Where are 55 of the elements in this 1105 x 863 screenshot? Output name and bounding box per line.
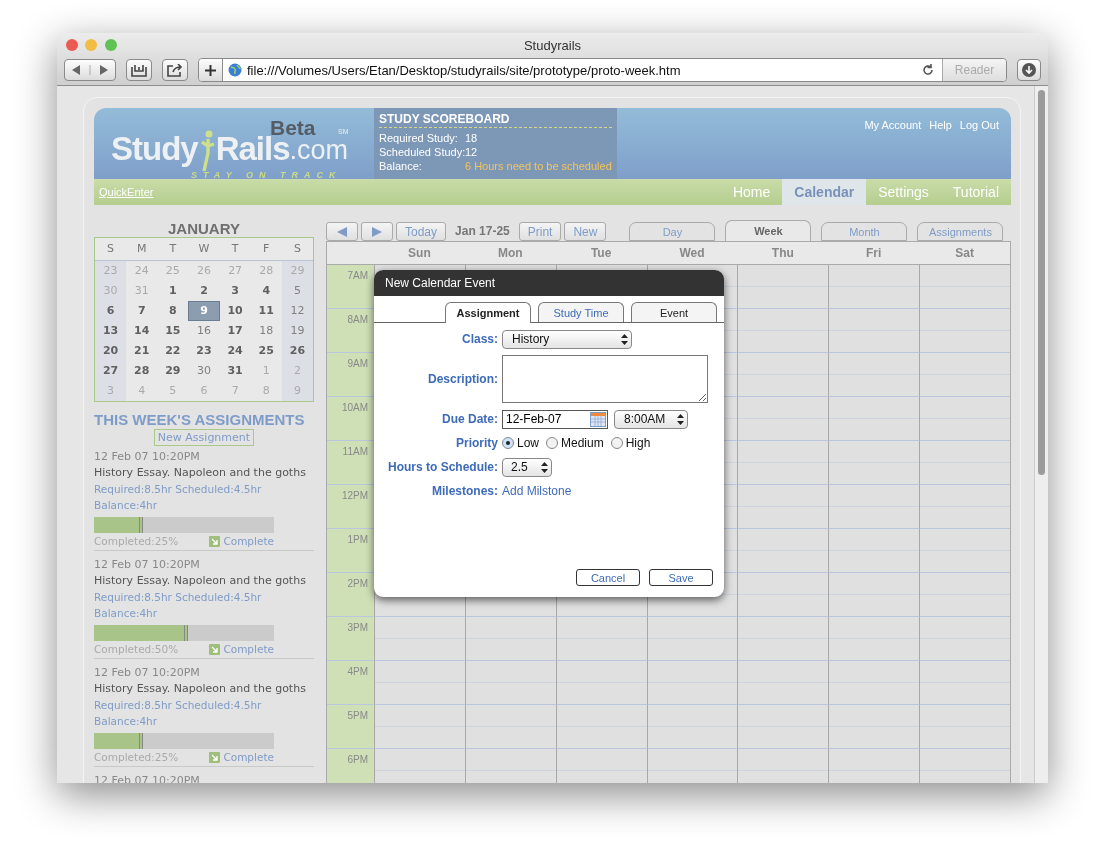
assignment-date: 12 Feb 07 10:20PM bbox=[94, 449, 201, 465]
hour-label: 10AM bbox=[327, 397, 374, 441]
field-label: Priority bbox=[455, 436, 498, 450]
field-label: Milestones: bbox=[431, 484, 498, 498]
weekday-label: F bbox=[250, 238, 282, 261]
assignments-title: THIS WEEK'S ASSIGNMENTS bbox=[94, 411, 306, 428]
assignment-hours: Required:8.5hr Scheduled:4.5hr bbox=[94, 590, 263, 605]
completed-percent: Completed:25% bbox=[94, 751, 179, 763]
completed-percent: Completed:25% bbox=[94, 535, 179, 547]
hour-label: 3PM bbox=[327, 617, 374, 661]
weekday-label: S bbox=[95, 238, 127, 261]
assignment-balance: Balance:4hr bbox=[94, 498, 159, 513]
weekday-label: T bbox=[157, 238, 189, 261]
field-label: Description: bbox=[427, 372, 498, 386]
field-label: Due Date: bbox=[441, 412, 498, 426]
weekday-label: W bbox=[188, 238, 220, 261]
hour-label: 12PM bbox=[327, 485, 374, 529]
hour-label: 6PM bbox=[327, 749, 374, 783]
assignment-hours: Required:8.5hr Scheduled:4.5hr bbox=[94, 482, 263, 497]
hour-label: 11AM bbox=[327, 441, 374, 485]
field-label: Hours to Schedule: bbox=[387, 460, 498, 474]
score-label: Balance: bbox=[379, 160, 423, 172]
weekday-label: S bbox=[281, 238, 313, 261]
hour-label: 5PM bbox=[327, 705, 374, 749]
url-text: file:///Volumes/Users/Etan/Desktop/studyrails/site/prototype/proto-week.htm bbox=[247, 62, 682, 78]
logo-domain: .com bbox=[289, 136, 349, 164]
weekday-label: M bbox=[126, 238, 158, 261]
completed-percent: Completed:50% bbox=[94, 643, 179, 655]
assignment-title: History Essay. Napoleon and the goths bbox=[94, 465, 307, 481]
score-label: Required Study: bbox=[379, 132, 459, 144]
field-label: Class: bbox=[460, 332, 498, 346]
assignment-date: 12 Feb 07 10:20PM bbox=[94, 665, 201, 681]
date-range: Jan 17-25 bbox=[454, 223, 511, 238]
window-title: Studyrails bbox=[523, 37, 582, 53]
hour-label: 9AM bbox=[327, 353, 374, 397]
score-label: Scheduled Study: bbox=[379, 146, 465, 158]
assignment-balance: Balance:4hr bbox=[94, 714, 159, 729]
score-value: 6 Hours need to be scheduled bbox=[465, 160, 612, 172]
hour-label: 2PM bbox=[327, 573, 374, 617]
assignment-title: History Essay. Napoleon and the goths bbox=[94, 573, 307, 589]
hour-label: 7AM bbox=[327, 265, 374, 309]
hour-label: 4PM bbox=[327, 661, 374, 705]
month-title: JANUARY bbox=[167, 220, 241, 237]
score-value: 18 bbox=[465, 132, 478, 144]
logo-tagline: STAY ON TRACK bbox=[191, 170, 342, 179]
assignment-title: History Essay. Napoleon and the goths bbox=[94, 681, 307, 697]
dialog-title: New Calendar Event bbox=[374, 270, 724, 296]
assignment-hours: Required:8.5hr Scheduled:4.5hr bbox=[94, 698, 263, 713]
weekday-label: T bbox=[219, 238, 251, 261]
hour-label: 1PM bbox=[327, 529, 374, 573]
scoreboard-title: STUDY SCOREBOARD bbox=[379, 112, 612, 128]
hour-label: 8AM bbox=[327, 309, 374, 353]
assignment-date: 12 Feb 07 10:20PM bbox=[94, 557, 201, 573]
score-value: 12 bbox=[465, 146, 478, 158]
assignment-balance: Balance:4hr bbox=[94, 606, 159, 621]
